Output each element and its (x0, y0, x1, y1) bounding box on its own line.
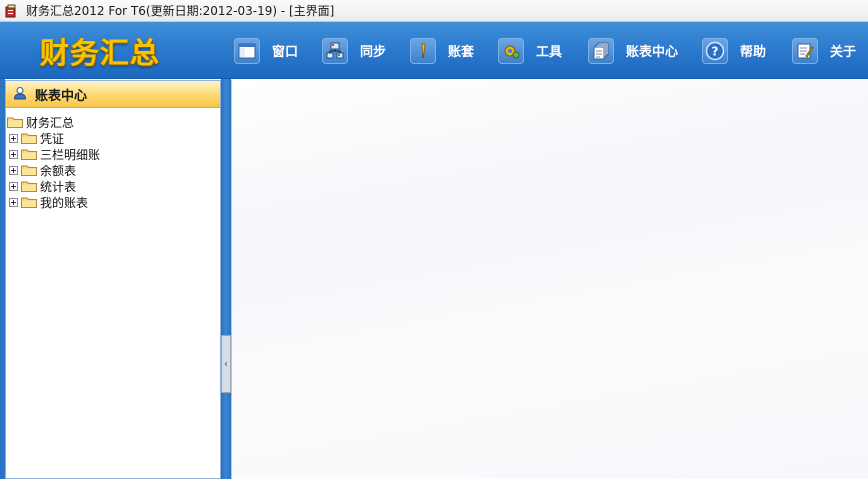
main-toolbar: 财务汇总 窗口 同步 账套 工具 账表中心 ? 帮助 关于 (0, 22, 868, 79)
tree-root[interactable]: 财务汇总 (6, 114, 220, 130)
tree-item-voucher[interactable]: 凭证 (6, 130, 220, 146)
folder-icon (7, 117, 23, 128)
expand-icon[interactable] (9, 149, 18, 159)
panel-splitter[interactable] (221, 79, 231, 479)
toolbar-window-button[interactable]: 窗口 (234, 22, 298, 79)
tree-item-label: 余额表 (40, 163, 77, 178)
report-center-icon (588, 37, 614, 64)
app-icon[interactable] (4, 4, 18, 18)
folder-icon (21, 165, 37, 176)
tools-icon (498, 37, 524, 64)
expand-icon[interactable] (9, 181, 18, 191)
tree-item-label: 凭证 (40, 131, 65, 146)
user-icon (13, 85, 27, 104)
toolbar-help-label: 帮助 (740, 45, 767, 60)
tree-item-label: 我的账表 (40, 195, 89, 210)
toolbar-about-button[interactable]: 关于 (792, 22, 856, 79)
collapse-panel-button[interactable]: ‹ (221, 335, 231, 393)
tree-item-balance-sheet[interactable]: 余额表 (6, 162, 220, 178)
toolbar-report-center-button[interactable]: 账表中心 (588, 22, 678, 79)
folder-icon (21, 133, 37, 144)
tree-root-label: 财务汇总 (26, 115, 75, 130)
folder-icon (21, 181, 37, 192)
tree-item-my-reports[interactable]: 我的账表 (6, 194, 220, 210)
about-icon (792, 37, 818, 64)
account-set-icon (410, 37, 436, 64)
main-content-area (231, 80, 868, 479)
app-logo: 财务汇总 (40, 36, 161, 70)
report-tree: 财务汇总 凭证 三栏明细账 余额表 统计表 我的账表 (6, 108, 220, 210)
tree-item-three-column-ledger[interactable]: 三栏明细账 (6, 146, 220, 162)
chevron-left-icon: ‹ (224, 358, 228, 370)
panel-title: 账表中心 (35, 88, 88, 104)
expand-icon[interactable] (9, 197, 18, 207)
window-title: 财务汇总2012 For T6(更新日期:2012-03-19) - [主界面] (26, 4, 335, 18)
app-window: 财务汇总2012 For T6(更新日期:2012-03-19) - [主界面]… (0, 0, 868, 479)
toolbar-help-button[interactable]: ? 帮助 (702, 22, 766, 79)
toolbar-account-set-label: 账套 (448, 45, 475, 60)
folder-icon (21, 197, 37, 208)
expand-icon[interactable] (9, 133, 18, 143)
help-icon: ? (702, 37, 728, 64)
title-bar: 财务汇总2012 For T6(更新日期:2012-03-19) - [主界面] (0, 0, 868, 22)
panel-header: 账表中心 (6, 81, 220, 108)
toolbar-sync-button[interactable]: 同步 (322, 22, 386, 79)
toolbar-about-label: 关于 (830, 45, 857, 60)
tree-item-label: 三栏明细账 (40, 147, 101, 162)
toolbar-sync-label: 同步 (360, 45, 387, 60)
report-center-panel: 账表中心 财务汇总 凭证 三栏明细账 余额表 统计表 我的账表 (5, 80, 221, 479)
tree-item-statistics[interactable]: 统计表 (6, 178, 220, 194)
toolbar-window-label: 窗口 (272, 45, 299, 60)
sync-icon (322, 37, 348, 64)
svg-text:?: ? (712, 44, 719, 58)
toolbar-tools-button[interactable]: 工具 (498, 22, 562, 79)
folder-icon (21, 149, 37, 160)
toolbar-tools-label: 工具 (536, 45, 563, 60)
toolbar-report-center-label: 账表中心 (626, 45, 679, 60)
window-icon (234, 37, 260, 64)
expand-icon[interactable] (9, 165, 18, 175)
tree-item-label: 统计表 (40, 179, 77, 194)
toolbar-account-set-button[interactable]: 账套 (410, 22, 474, 79)
